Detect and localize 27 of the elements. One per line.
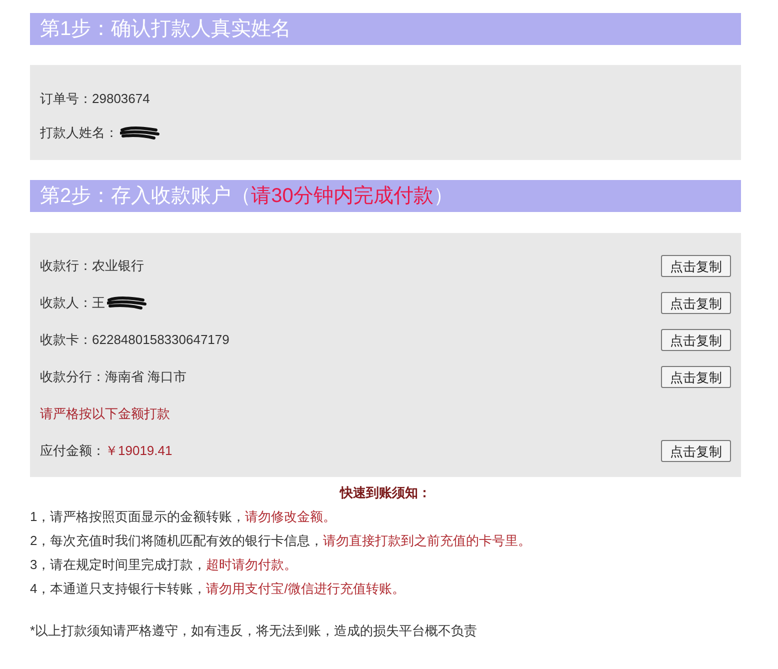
notice-item: 4，本通道只支持银行卡转账，请勿用支付宝/微信进行充值转账。 [30, 580, 406, 598]
field-label: 应付金额： [40, 442, 105, 460]
copy-button[interactable]: 点击复制 [661, 255, 731, 277]
step-header: 第2步：存入收款账户（请30分钟内完成付款） [30, 180, 741, 212]
step-header: 第1步：确认打款人真实姓名 [30, 13, 741, 45]
field-value: 农业银行 [92, 257, 144, 276]
field-value: 6228480158330647179 [92, 331, 230, 350]
notice-item: 3，请在规定时间里完成打款，超时请勿付款。 [30, 556, 298, 574]
notice-item: 2，每次充值时我们将随机匹配有效的银行卡信息，请勿直接打款到之前充值的卡号里。 [30, 532, 532, 550]
footnote: *以上打款须知请严格遵守，如有违反，将无法到账，造成的损失平台概不负责 [30, 622, 478, 640]
field-label: 打款人姓名： [40, 124, 118, 142]
field-label: 收款行： [40, 257, 92, 276]
copy-button[interactable]: 点击复制 [661, 329, 731, 351]
field-label: 收款卡： [40, 331, 92, 350]
field-value: 29803674 [92, 90, 150, 108]
field-label: 收款人： [40, 294, 92, 312]
field-label: 订单号： [40, 90, 92, 108]
copy-button[interactable]: 点击复制 [661, 366, 731, 388]
notice-title: 快速到账须知： [340, 485, 431, 500]
copy-button[interactable]: 点击复制 [661, 440, 731, 462]
field-value: 王 [92, 294, 105, 312]
warning-text: 请严格按以下金额打款 [40, 405, 170, 424]
copy-button[interactable]: 点击复制 [661, 292, 731, 314]
field-value: 海南省 海口市 [105, 368, 187, 386]
field-label: 收款分行： [40, 368, 105, 386]
amount-value: ￥19019.41 [105, 442, 172, 460]
notice-item: 1，请严格按照页面显示的金额转账，请勿修改金额。 [30, 508, 338, 526]
